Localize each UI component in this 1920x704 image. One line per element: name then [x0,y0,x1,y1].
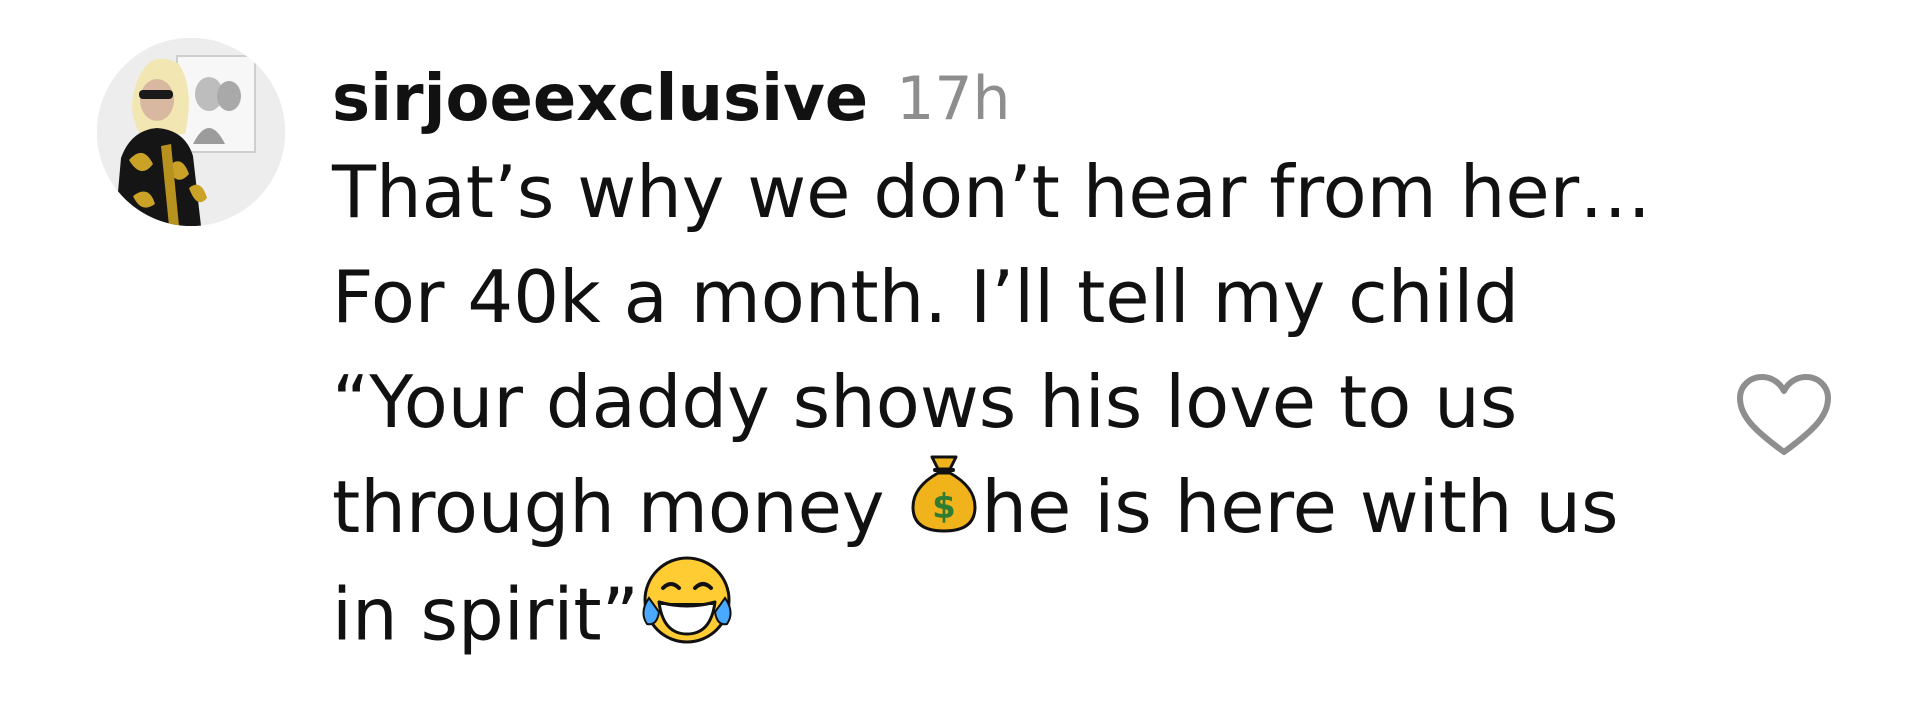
money-bag-icon: $ [907,449,981,563]
avatar[interactable] [97,38,285,226]
comment: sirjoeexclusive 17h That’s why we don’t … [0,0,1920,704]
svg-text:$: $ [933,487,957,527]
comment-text-line-2: For 40k a month. I’ll tell my child [332,255,1520,339]
avatar-image [97,38,285,226]
timestamp[interactable]: 17h [896,58,1010,140]
comment-text-segment: he is here with us [981,465,1619,549]
comment-text-line-5: in spirit” [332,556,1702,665]
heart-outline-icon [1737,374,1831,455]
comment-text-segment: through money [332,465,908,549]
like-button[interactable] [1734,372,1834,460]
username[interactable]: sirjoeexclusive [332,58,868,140]
comment-text-line-3: “Your daddy shows his love to us [332,360,1518,444]
comment-header: sirjoeexclusive 17h [332,58,1702,140]
comment-text-segment: in spirit” [332,572,639,657]
tears-of-joy-icon [639,554,735,674]
comment-body: sirjoeexclusive 17h That’s why we don’t … [332,58,1702,665]
comment-text-line-4: through money $ he is here with us [332,455,1702,560]
comment-text-line-1: That’s why we don’t hear from her… [332,150,1652,234]
